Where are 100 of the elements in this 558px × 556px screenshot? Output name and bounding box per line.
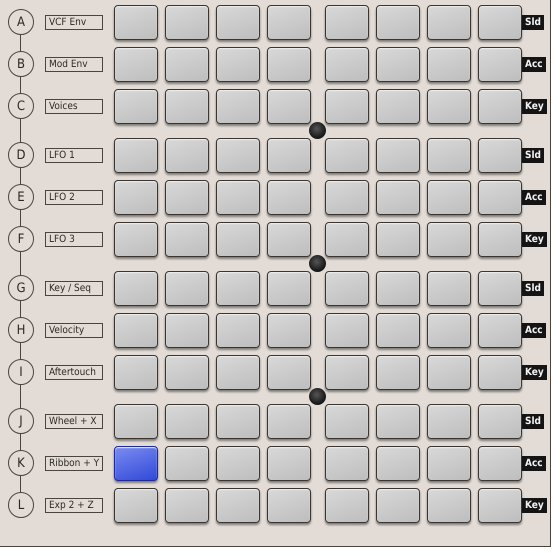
matrix-pad[interactable] [325,404,369,438]
matrix-pad[interactable] [427,88,471,124]
matrix-pad[interactable] [325,312,369,348]
matrix-pad[interactable] [114,446,158,480]
matrix-pad[interactable] [165,446,209,480]
matrix-pad[interactable] [165,46,209,82]
matrix-pad[interactable] [376,270,420,306]
matrix-pad[interactable] [114,270,158,306]
matrix-pad[interactable] [267,270,311,306]
matrix-pad[interactable] [325,4,369,40]
matrix-pad[interactable] [376,180,420,214]
matrix-pad[interactable] [478,404,522,438]
matrix-pad[interactable] [165,88,209,124]
matrix-pad[interactable] [427,270,471,306]
matrix-pad[interactable] [325,354,369,390]
matrix-pad[interactable] [478,180,522,214]
mode-tag: Sld [522,280,544,296]
matrix-pad[interactable] [427,180,471,214]
matrix-pad[interactable] [267,180,311,214]
matrix-pad[interactable] [165,488,209,522]
matrix-pad[interactable] [267,138,311,172]
matrix-pad[interactable] [114,4,158,40]
matrix-pad[interactable] [216,488,260,522]
matrix-pad[interactable] [114,138,158,172]
matrix-pad[interactable] [267,222,311,256]
matrix-pad[interactable] [325,446,369,480]
matrix-pad[interactable] [325,180,369,214]
matrix-pad[interactable] [427,46,471,82]
row-letter: L [8,492,34,518]
matrix-pad[interactable] [165,404,209,438]
matrix-pad[interactable] [325,46,369,82]
matrix-pad[interactable] [267,4,311,40]
matrix-pad[interactable] [376,446,420,480]
matrix-pad[interactable] [267,46,311,82]
matrix-pad[interactable] [216,404,260,438]
matrix-pad[interactable] [376,354,420,390]
matrix-pad[interactable] [376,404,420,438]
matrix-pad[interactable] [216,88,260,124]
matrix-pad[interactable] [114,180,158,214]
matrix-pad[interactable] [267,88,311,124]
matrix-pad[interactable] [427,222,471,256]
matrix-pad[interactable] [165,138,209,172]
matrix-pad[interactable] [427,354,471,390]
matrix-pad[interactable] [325,88,369,124]
matrix-pad[interactable] [216,4,260,40]
matrix-pad[interactable] [216,354,260,390]
matrix-pad[interactable] [267,446,311,480]
matrix-pad[interactable] [216,222,260,256]
matrix-pad[interactable] [165,222,209,256]
matrix-pad[interactable] [267,404,311,438]
matrix-pad[interactable] [427,4,471,40]
matrix-pad[interactable] [478,4,522,40]
matrix-pad[interactable] [216,446,260,480]
matrix-pad[interactable] [165,4,209,40]
matrix-pad[interactable] [114,46,158,82]
matrix-pad[interactable] [427,312,471,348]
matrix-pad[interactable] [165,270,209,306]
matrix-pad[interactable] [267,488,311,522]
matrix-pad[interactable] [114,312,158,348]
matrix-pad[interactable] [325,138,369,172]
matrix-pad[interactable] [376,138,420,172]
matrix-pad[interactable] [376,4,420,40]
matrix-pad[interactable] [427,404,471,438]
matrix-pad[interactable] [478,312,522,348]
matrix-pad[interactable] [267,312,311,348]
matrix-pad[interactable] [427,446,471,480]
matrix-pad[interactable] [216,46,260,82]
matrix-pad[interactable] [216,138,260,172]
matrix-pad[interactable] [165,180,209,214]
matrix-pad[interactable] [478,222,522,256]
matrix-pad[interactable] [478,88,522,124]
matrix-pad[interactable] [478,446,522,480]
matrix-pad[interactable] [427,138,471,172]
matrix-pad[interactable] [478,270,522,306]
matrix-pad[interactable] [114,354,158,390]
matrix-pad[interactable] [427,488,471,522]
source-label: LFO 1 [45,148,103,162]
matrix-pad[interactable] [478,138,522,172]
matrix-pad[interactable] [216,270,260,306]
matrix-pad[interactable] [216,180,260,214]
matrix-pad[interactable] [478,488,522,522]
matrix-pad[interactable] [114,222,158,256]
matrix-pad[interactable] [325,270,369,306]
matrix-pad[interactable] [114,88,158,124]
matrix-pad[interactable] [216,312,260,348]
matrix-pad[interactable] [376,488,420,522]
matrix-pad[interactable] [376,312,420,348]
matrix-pad[interactable] [478,354,522,390]
matrix-pad[interactable] [376,46,420,82]
matrix-pad[interactable] [267,354,311,390]
row-letter: B [8,51,34,77]
matrix-pad[interactable] [165,354,209,390]
matrix-pad[interactable] [478,46,522,82]
matrix-pad[interactable] [114,488,158,522]
matrix-pad[interactable] [114,404,158,438]
matrix-pad[interactable] [376,88,420,124]
matrix-pad[interactable] [376,222,420,256]
matrix-pad[interactable] [165,312,209,348]
matrix-pad[interactable] [325,222,369,256]
matrix-pad[interactable] [325,488,369,522]
